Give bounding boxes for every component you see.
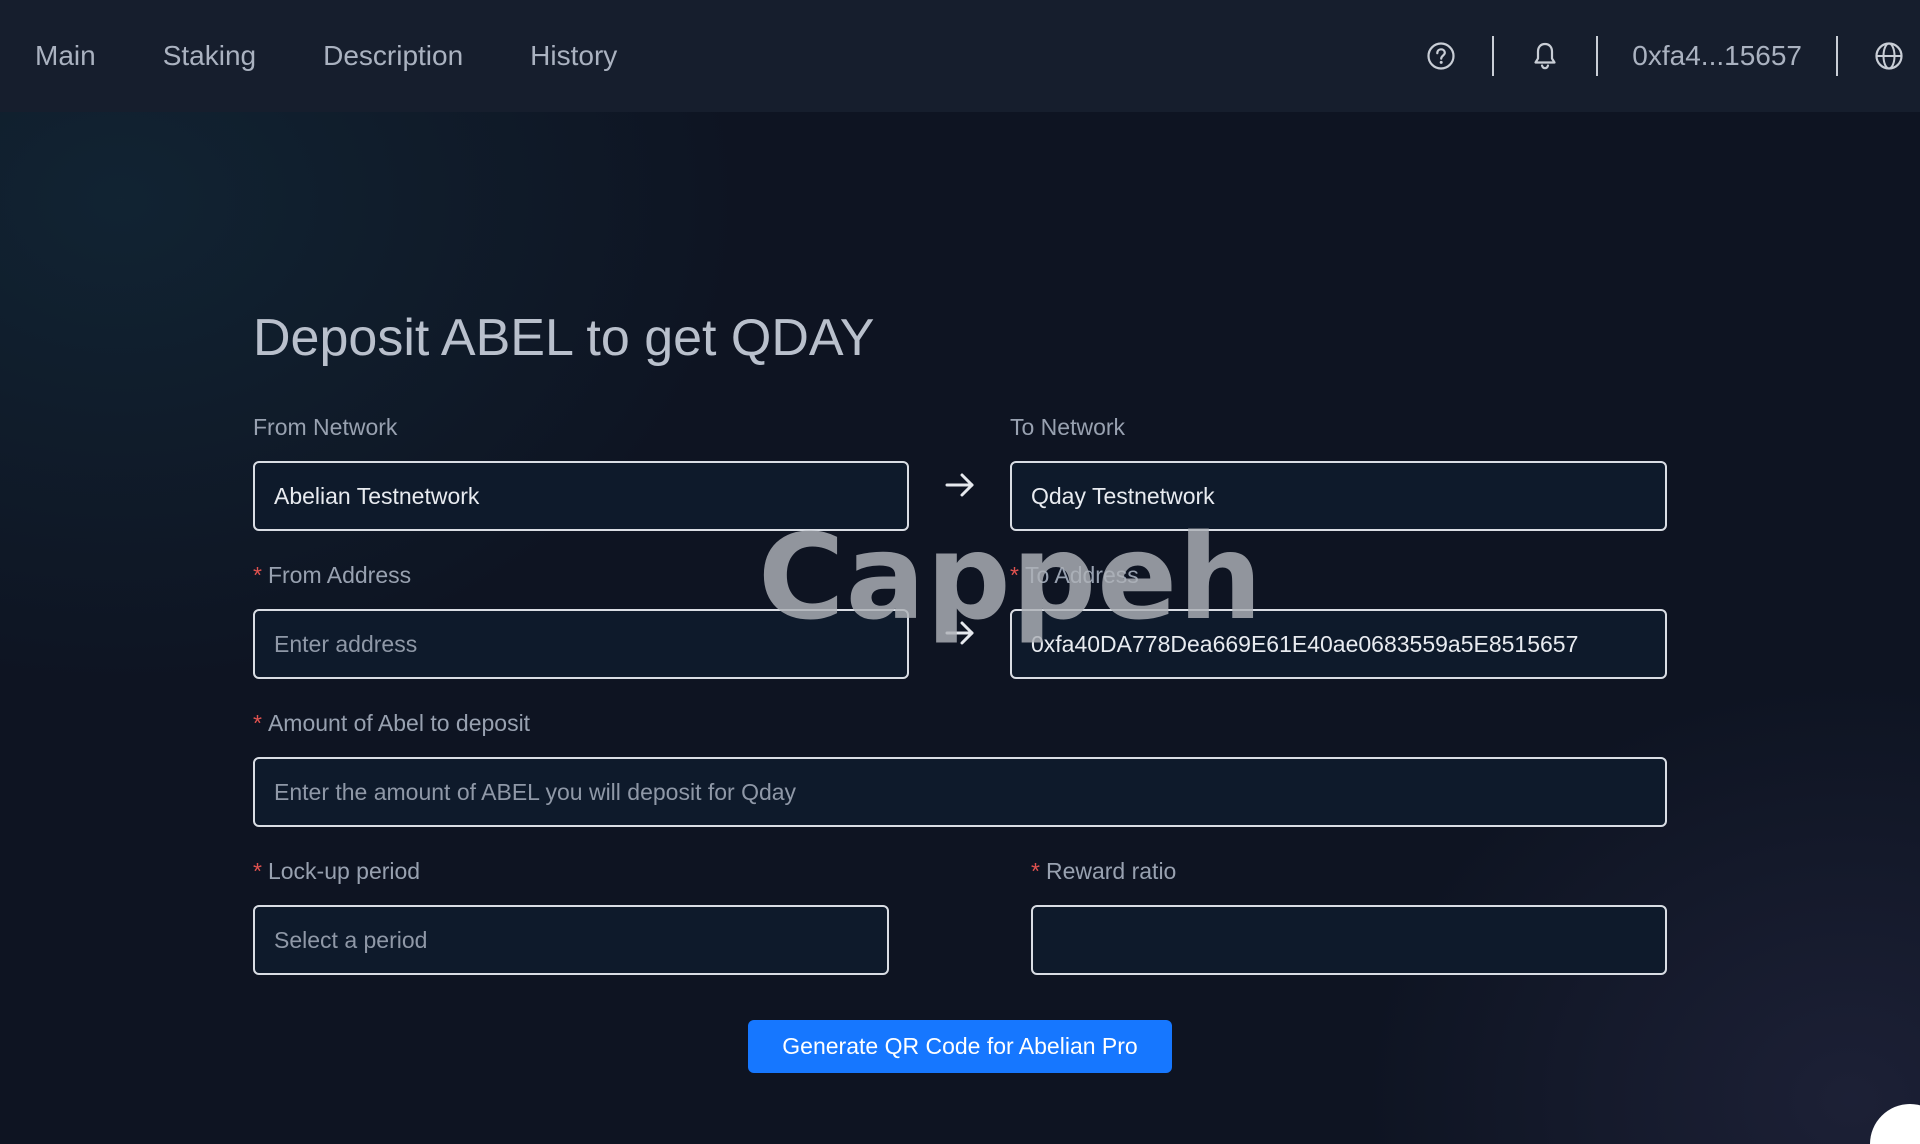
generate-qr-button[interactable]: Generate QR Code for Abelian Pro xyxy=(748,1020,1172,1073)
header-divider xyxy=(1596,36,1599,76)
to-network-value: Qday Testnetwork xyxy=(1031,482,1215,509)
header-divider xyxy=(1836,36,1838,76)
from-address-label: * From Address xyxy=(253,562,411,589)
reward-ratio-label: * Reward ratio xyxy=(1031,858,1176,885)
to-network-label: To Network xyxy=(1010,414,1126,440)
header-actions: 0xfa4...15657 xyxy=(1424,0,1920,112)
nav-item-staking[interactable]: Staking xyxy=(163,42,256,70)
wallet-account[interactable]: 0xfa4...15657 xyxy=(1632,40,1802,72)
arrow-right-icon xyxy=(945,621,974,645)
from-network-field: Abelian Testnetwork xyxy=(253,461,909,531)
reward-ratio-field xyxy=(1031,905,1667,975)
header-divider xyxy=(1492,36,1495,76)
main-nav: Main Staking Description History xyxy=(35,0,684,112)
globe-icon[interactable] xyxy=(1872,39,1906,73)
from-network-value: Abelian Testnetwork xyxy=(274,482,480,509)
lockup-placeholder: Select a period xyxy=(274,926,428,953)
arrow-right-icon xyxy=(945,473,974,497)
nav-item-history[interactable]: History xyxy=(530,42,617,70)
required-marker: * xyxy=(1031,858,1040,884)
required-marker: * xyxy=(253,710,262,736)
nav-item-main[interactable]: Main xyxy=(35,42,96,70)
bell-icon[interactable] xyxy=(1528,39,1562,73)
to-address-label-text: To Address xyxy=(1024,562,1139,588)
required-marker: * xyxy=(1010,562,1019,588)
required-marker: * xyxy=(253,562,262,588)
required-marker: * xyxy=(253,858,262,884)
amount-input[interactable] xyxy=(253,757,1667,827)
from-address-label-text: From Address xyxy=(267,562,412,588)
help-circle-icon[interactable] xyxy=(1424,39,1458,73)
lockup-label-text: Lock-up period xyxy=(267,858,421,884)
from-network-label: From Network xyxy=(253,414,398,440)
lockup-label: * Lock-up period xyxy=(253,858,420,885)
reward-ratio-label-text: Reward ratio xyxy=(1045,858,1177,884)
from-address-input[interactable] xyxy=(253,609,909,679)
page-title: Deposit ABEL to get QDAY xyxy=(253,309,875,367)
nav-item-description[interactable]: Description xyxy=(323,42,463,70)
top-navigation-bar: Main Staking Description History 0xfa4..… xyxy=(0,0,1920,112)
amount-label-text: Amount of Abel to deposit xyxy=(267,710,531,736)
to-address-label: * To Address xyxy=(1010,562,1139,589)
amount-label: * Amount of Abel to deposit xyxy=(253,710,530,737)
lockup-period-select[interactable]: Select a period xyxy=(253,905,889,975)
to-network-field: Qday Testnetwork xyxy=(1010,461,1667,531)
to-address-input[interactable] xyxy=(1010,609,1667,679)
